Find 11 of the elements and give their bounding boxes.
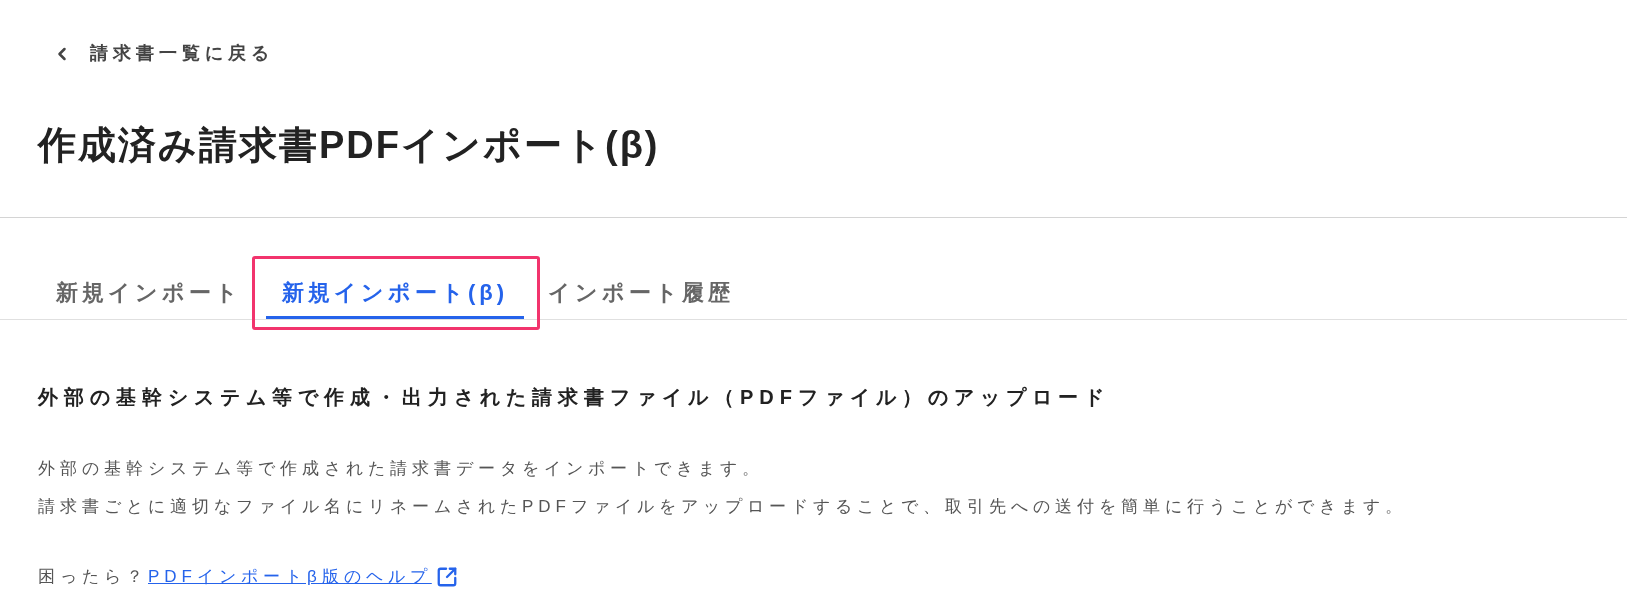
help-link[interactable]: PDFインポートβ版のヘルプ xyxy=(148,564,432,590)
help-prefix: 困ったら？ xyxy=(38,566,148,588)
tab[interactable]: 新規インポート xyxy=(36,257,262,319)
page-title: 作成済み請求書PDFインポート(β) xyxy=(38,123,660,167)
description-text: 請求書ごとに適切なファイル名にリネームされたPDFファイルをアップロードすることで、取引先への送付を簡単に行うことができます。 xyxy=(38,496,1407,518)
tab[interactable]: インポート履歴 xyxy=(528,257,755,319)
tab[interactable]: 新規インポート(β) xyxy=(262,257,529,319)
description-text: 外部の基幹システム等で作成された請求書データをインポートできます。 xyxy=(38,458,764,480)
external-link-icon xyxy=(435,565,458,588)
section-heading: 外部の基幹システム等で作成・出力された請求書ファイル（PDFファイル）のアップロード xyxy=(38,385,1110,410)
back-link[interactable]: 請求書一覧に戻る xyxy=(38,40,274,67)
